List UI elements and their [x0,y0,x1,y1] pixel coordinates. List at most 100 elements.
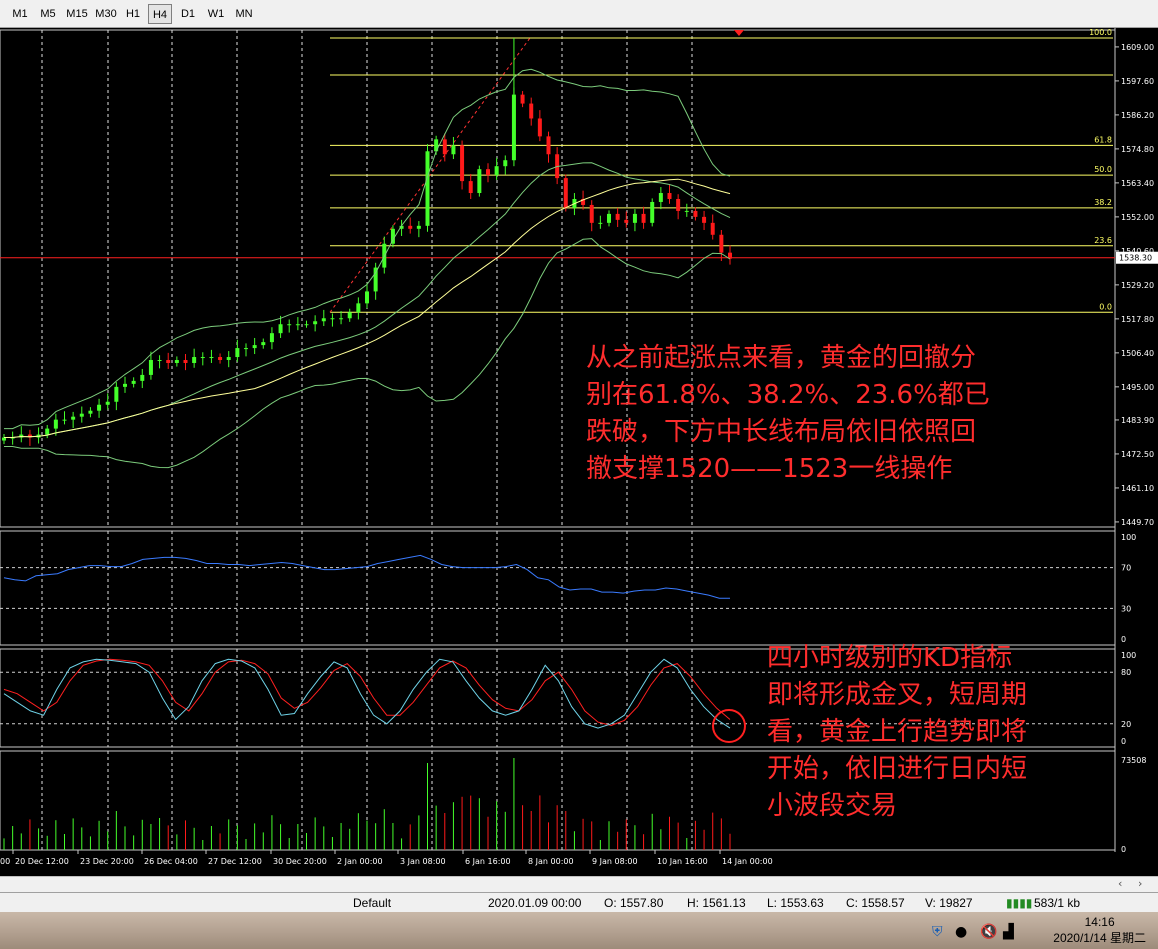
candle-body [373,267,378,292]
system-clock[interactable]: 14:16 2020/1/14 星期二 [1053,914,1146,946]
fib-level-label: 38.2 [1094,198,1112,207]
candle-body [693,210,698,217]
status-profile: Default [353,896,392,910]
candle-body [347,312,352,319]
kd-axis-label: 0 [1121,737,1126,746]
timeframe-d1[interactable]: D1 [176,4,200,24]
candle-body [45,428,50,435]
candle-body [330,318,335,320]
candle-body [624,219,629,223]
candle-body [416,225,421,229]
candle-body [313,321,318,325]
horizontal-scrollbar[interactable]: ‹ › [0,876,1158,892]
candle-body [408,225,413,229]
candle-body [356,303,361,313]
candle-body [589,204,594,223]
candle-body [278,324,283,334]
candle-body [209,357,214,359]
shield-icon[interactable]: ⛨ [932,924,943,940]
candle-body [183,360,188,363]
timeframe-h4[interactable]: H4 [148,4,172,24]
period-marker-icon [734,30,744,36]
network-icon[interactable]: ▟ [1003,924,1014,940]
timeframe-m15[interactable]: M15 [64,4,90,24]
candle-body [563,178,568,208]
candle-body [598,222,603,224]
status-high: H: 1561.13 [687,896,746,910]
fib-level-label: 100.0 [1089,28,1112,37]
candle-body [295,324,300,326]
timeframe-m5[interactable]: M5 [36,4,60,24]
candle-body [667,193,672,199]
candle-body [684,210,689,212]
candle-body [710,222,715,235]
candle-body [702,216,707,223]
time-axis-label: 30 Dec 20:00 [273,857,327,866]
candle-body [632,213,637,223]
price-axis-label: 1495.00 [1121,383,1154,392]
timeframe-mn[interactable]: MN [232,4,256,24]
candle-body [425,151,430,226]
rsi-axis-label: 70 [1121,564,1131,573]
scroll-left-icon[interactable]: ‹ [1118,877,1122,890]
status-close: C: 1558.57 [846,896,905,910]
candle-body [79,413,84,417]
candle-body [494,166,499,176]
candle-body [88,410,93,414]
candle-body [607,213,611,223]
candle-body [105,401,110,405]
candle-body [304,324,309,326]
candle-body [615,213,620,220]
fib-level-label: 23.6 [1094,236,1112,245]
candle-body [650,201,655,223]
qq-icon[interactable]: ● [955,924,967,940]
time-axis-label: 10 Jan 16:00 [657,857,708,866]
scroll-right-icon[interactable]: › [1138,877,1142,890]
kd-axis-label: 80 [1121,668,1131,677]
time-axis-label: 00 [0,857,10,866]
clock-date: 2020/1/14 星期二 [1053,931,1146,945]
annotation-kd: 四小时级别的KD指标 即将形成金叉，短周期 看，黄金上行趋势即将 开始，依旧进行… [767,643,1028,821]
candle-body [529,103,534,119]
candle-body [719,234,724,253]
candle-body [114,386,119,402]
panel-frame-rsi [0,530,1116,646]
candle-body [62,419,67,421]
time-axis-label: 6 Jan 16:00 [465,857,511,866]
taskbar: ⛨ ● 🔇 ▟ 14:16 2020/1/14 星期二 [0,912,1158,949]
price-axis-label: 1574.80 [1121,145,1154,154]
timeframe-h1[interactable]: H1 [122,4,144,24]
price-axis-label: 1449.70 [1121,518,1154,527]
fib-level-label: 0.0 [1099,302,1112,311]
volume-axis-label: 73508 [1121,756,1146,765]
candle-body [537,118,542,137]
fib-level-label: 61.8 [1094,135,1112,144]
candle-body [218,357,223,361]
candle-body [511,94,516,161]
candle-body [451,145,456,155]
price-axis-label: 1517.80 [1121,315,1154,324]
kd-axis-label: 100 [1121,651,1136,660]
connection-bars-icon: ▮▮▮▮ [1006,896,1033,910]
price-axis-label: 1461.10 [1121,484,1154,493]
candle-body [174,360,179,363]
candle-body [123,383,127,387]
volume-muted-icon[interactable]: 🔇 [980,924,997,940]
candle-body [131,380,136,384]
status-low: L: 1553.63 [767,896,824,910]
rsi-axis-label: 0 [1121,635,1126,644]
candle-body [365,291,369,304]
candle-body [71,416,76,420]
candle-body [477,169,482,194]
time-axis-label: 23 Dec 20:00 [80,857,134,866]
timeframe-m30[interactable]: M30 [92,4,120,24]
time-axis-label: 9 Jan 08:00 [592,857,638,866]
timeframe-w1[interactable]: W1 [204,4,228,24]
timeframe-m1[interactable]: M1 [8,4,32,24]
status-open: O: 1557.80 [604,896,664,910]
candle-body [192,357,197,363]
time-axis-label: 14 Jan 00:00 [722,857,773,866]
candle-body [244,348,248,350]
candle-body [226,357,231,361]
candle-body [200,357,205,359]
